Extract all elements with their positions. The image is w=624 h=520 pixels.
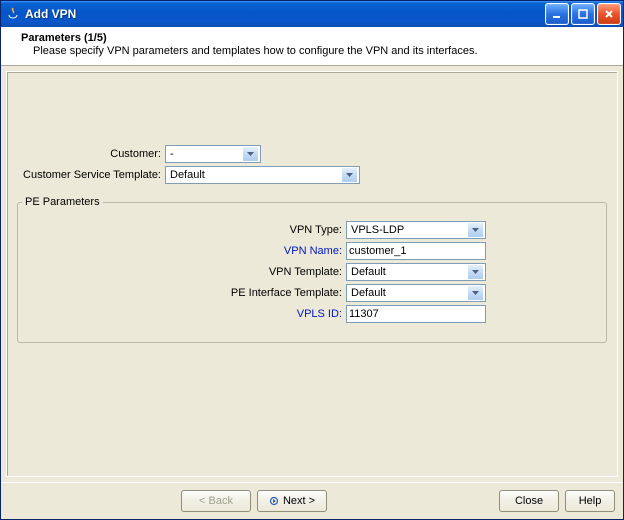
customer-value: -: [168, 148, 243, 160]
pe-interface-template-label: PE Interface Template:: [22, 287, 346, 299]
vpn-template-row: VPN Template: Default: [22, 263, 602, 281]
service-template-value: Default: [168, 169, 342, 181]
vpn-name-row: VPN Name:: [22, 242, 602, 260]
java-icon: [5, 6, 21, 22]
window-close-button[interactable]: [597, 3, 621, 25]
pe-parameters-group: PE Parameters VPN Type: VPLS-LDP VPN Nam…: [17, 196, 607, 343]
pe-interface-template-row: PE Interface Template: Default: [22, 284, 602, 302]
chevron-down-icon: [342, 168, 357, 182]
pe-interface-template-value: Default: [349, 287, 468, 299]
vpn-template-value: Default: [349, 266, 468, 278]
service-template-label: Customer Service Template:: [7, 169, 165, 181]
chevron-down-icon: [243, 147, 258, 161]
window-title: Add VPN: [25, 7, 545, 21]
vpls-id-label: VPLS ID:: [22, 308, 346, 320]
vpn-name-field[interactable]: [349, 244, 483, 258]
vpn-type-label: VPN Type:: [22, 224, 346, 236]
next-button[interactable]: Next >: [257, 490, 327, 512]
next-button-label: Next >: [283, 495, 315, 507]
vpn-template-label: VPN Template:: [22, 266, 346, 278]
vpn-type-combobox[interactable]: VPLS-LDP: [346, 221, 486, 239]
wizard-header: Parameters (1/5) Please specify VPN para…: [1, 27, 623, 66]
dialog-window: Add VPN Parameters (1/5) Please specify …: [0, 0, 624, 520]
customer-row: Customer: -: [7, 145, 617, 163]
vpn-name-input[interactable]: [346, 242, 486, 260]
vpls-id-input[interactable]: [346, 305, 486, 323]
vpls-id-row: VPLS ID:: [22, 305, 602, 323]
chevron-down-icon: [468, 286, 483, 300]
nav-buttons: < Back Next >: [9, 490, 499, 512]
vpn-name-label: VPN Name:: [22, 245, 346, 257]
chevron-down-icon: [468, 265, 483, 279]
wizard-content: Customer: - Customer Service Template: D…: [6, 71, 618, 477]
vpn-type-row: VPN Type: VPLS-LDP: [22, 221, 602, 239]
service-template-row: Customer Service Template: Default: [7, 166, 617, 184]
pe-interface-template-combobox[interactable]: Default: [346, 284, 486, 302]
chevron-down-icon: [468, 223, 483, 237]
service-template-combobox[interactable]: Default: [165, 166, 360, 184]
vpls-id-field[interactable]: [349, 307, 483, 321]
wizard-step-title: Parameters (1/5): [21, 32, 613, 44]
vpn-template-combobox[interactable]: Default: [346, 263, 486, 281]
wizard-step-subtitle: Please specify VPN parameters and templa…: [33, 45, 613, 57]
customer-combobox[interactable]: -: [165, 145, 261, 163]
wizard-footer: < Back Next > Close Help: [1, 482, 623, 519]
minimize-button[interactable]: [545, 3, 569, 25]
window-controls: [545, 3, 621, 25]
title-bar: Add VPN: [1, 1, 623, 27]
close-button[interactable]: Close: [499, 490, 559, 512]
maximize-button[interactable]: [571, 3, 595, 25]
help-button[interactable]: Help: [565, 490, 615, 512]
next-icon: [269, 496, 279, 506]
action-buttons: Close Help: [499, 490, 615, 512]
customer-label: Customer:: [7, 148, 165, 160]
vpn-type-value: VPLS-LDP: [349, 224, 468, 236]
back-button[interactable]: < Back: [181, 490, 251, 512]
pe-parameters-legend: PE Parameters: [22, 196, 103, 208]
